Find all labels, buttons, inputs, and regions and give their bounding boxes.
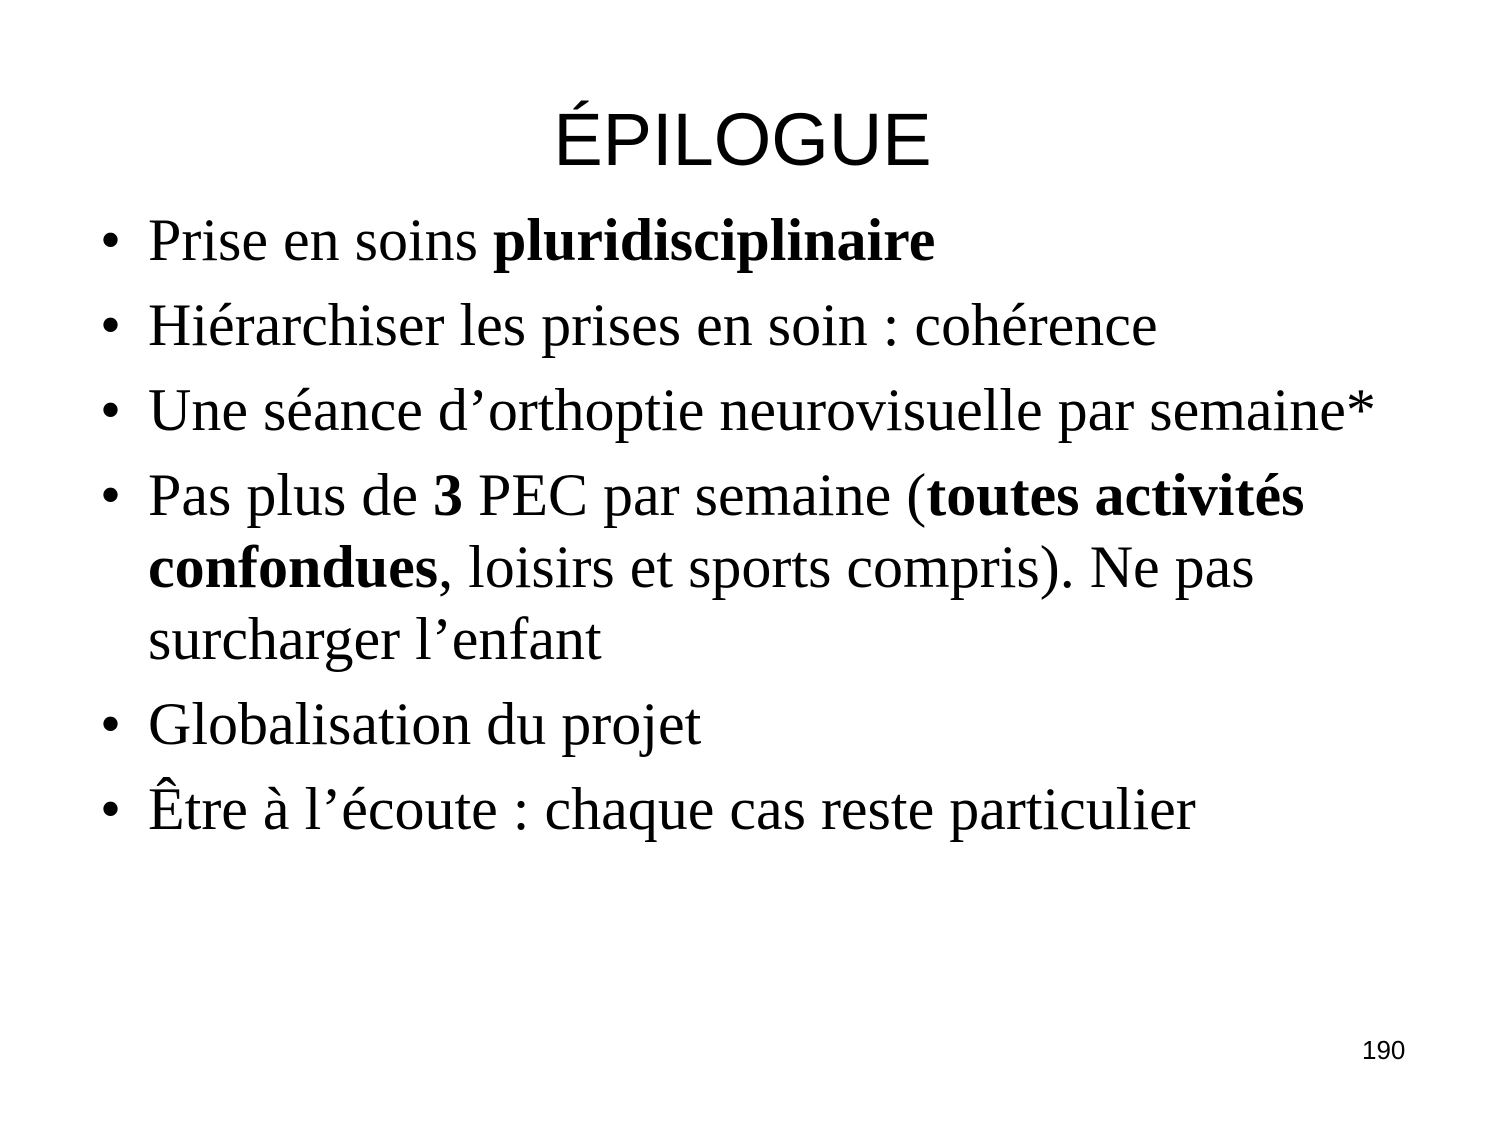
bullet-text-segment: Globalisation du projet (148, 691, 702, 757)
bullet-item: • Hiérarchiser les prises en soin : cohé… (100, 289, 1440, 361)
slide: ÉPILOGUE • Prise en soins pluridisciplin… (0, 0, 1500, 1125)
bullet-symbol: • (100, 377, 122, 443)
bullet-text-segment: Être à l’écoute : chaque cas reste parti… (148, 776, 1196, 842)
bullet-item: • Globalisation du projet (100, 688, 1440, 760)
bullet-symbol: • (100, 292, 122, 358)
bullet-text-bold-segment: 3 (433, 462, 463, 528)
bullet-text-segment: Pas plus de (148, 462, 433, 528)
bullet-symbol: • (100, 207, 122, 273)
slide-title: ÉPILOGUE (553, 98, 932, 181)
page-number: 190 (1362, 1035, 1406, 1065)
bullet-text-segment: PEC par semaine ( (463, 462, 927, 528)
bullet-item: • Une séance d’orthoptie neurovisuelle p… (100, 374, 1440, 446)
bullet-text-segment: Hiérarchiser les prises en soin : cohére… (148, 292, 1158, 358)
bullet-symbol: • (100, 776, 122, 842)
bullet-item: • Être à l’écoute : chaque cas reste par… (100, 773, 1440, 845)
bullet-symbol: • (100, 462, 122, 528)
bullet-item: • Pas plus de 3 PEC par semaine (toutes … (100, 459, 1440, 675)
bullet-text-segment: Prise en soins (148, 207, 493, 273)
bullet-symbol: • (100, 691, 122, 757)
bullet-list: • Prise en soins pluridisciplinaire • Hi… (100, 204, 1440, 858)
bullet-text-segment: Une séance d’orthoptie neurovisuelle par… (148, 377, 1376, 443)
bullet-item: • Prise en soins pluridisciplinaire (100, 204, 1440, 276)
bullet-text-bold-segment: pluridisciplinaire (493, 207, 936, 273)
